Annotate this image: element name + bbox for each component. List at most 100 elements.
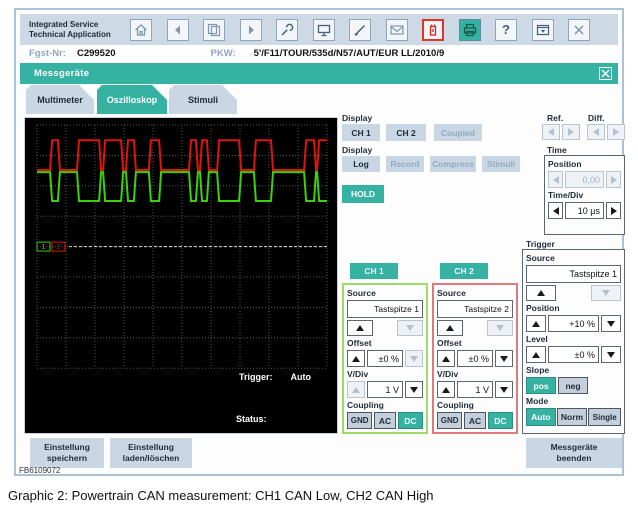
mode-auto-button[interactable]: Auto (526, 408, 556, 426)
mode-single-button[interactable]: Single (588, 408, 621, 426)
end-measuring-devices-button[interactable]: Messgeräte beenden (526, 438, 622, 468)
home-button[interactable] (130, 19, 152, 41)
trigger-position-up-button[interactable] (526, 315, 546, 332)
scope-status-readout: Status: (236, 414, 267, 424)
ch2-source-value[interactable]: Tastspitze 2 (437, 300, 513, 318)
monitor-icon (316, 22, 332, 38)
time-position-right-button[interactable] (606, 171, 621, 188)
up-arrow-icon (352, 356, 360, 362)
ch2-vdiv-up-button[interactable] (437, 381, 455, 398)
ref-prev-button[interactable] (542, 124, 560, 140)
ch2-source-down-button[interactable] (487, 320, 513, 336)
display-ch2-button[interactable]: CH 2 (386, 124, 426, 141)
ch1-source-down-button[interactable] (397, 320, 423, 336)
trigger-slope-label: Slope (526, 365, 621, 375)
service-plan-button[interactable] (349, 19, 371, 41)
diff-prev-button[interactable] (587, 124, 605, 140)
ch2-source-label: Source (437, 288, 513, 298)
save-settings-button[interactable]: Einstellung speichern (30, 438, 104, 468)
ch2-offset-up-button[interactable] (437, 350, 455, 367)
load-settings-button[interactable]: Einstellung laden/löschen (110, 438, 192, 468)
tab-stimuli[interactable]: Stimuli (169, 85, 237, 114)
trigger-label: Trigger (526, 239, 555, 249)
oscilloscope-display: 12 Trigger: Auto Status: (24, 117, 338, 434)
scope-waveform-svg: 12 (25, 118, 337, 433)
messages-button[interactable] (386, 19, 408, 41)
header-bar: Integrated Service Technical Application… (20, 14, 618, 45)
exit-button[interactable] (568, 19, 590, 41)
pkw-value: 5'/F11/TOUR/535d/N57/AUT/EUR LL/2010/9 (254, 48, 445, 59)
right-arrow-icon (613, 128, 619, 136)
ref-next-button[interactable] (562, 124, 580, 140)
documents-button[interactable] (203, 19, 225, 41)
hold-button[interactable]: HOLD (342, 185, 384, 203)
display-compress-button[interactable]: Compress (430, 156, 476, 172)
display-coupled-button[interactable]: Coupled (434, 124, 482, 141)
scope-controls: Display CH 1 CH 2 Coupled Display Log Re… (342, 113, 626, 435)
time-group: Position 0,00 Time/Div 10 µs (544, 155, 625, 235)
trigger-level-up-button[interactable] (526, 346, 546, 363)
down-arrow-icon (602, 290, 610, 296)
svg-text:2: 2 (57, 244, 61, 251)
ch1-header-button[interactable]: CH 1 (350, 263, 398, 279)
trigger-source-up-button[interactable] (526, 285, 556, 301)
minimize-button[interactable] (532, 19, 554, 41)
time-position-left-button[interactable] (548, 171, 563, 188)
mode-norm-button[interactable]: Norm (557, 408, 588, 426)
back-button[interactable] (167, 19, 189, 41)
ch1-vdiv-up-button[interactable] (347, 381, 365, 398)
ch2-gnd-button[interactable]: GND (437, 412, 462, 429)
down-arrow-icon (500, 356, 508, 362)
ch1-dc-button[interactable]: DC (398, 412, 423, 429)
ch2-vdiv-down-button[interactable] (495, 381, 513, 398)
display-log-button[interactable]: Log (342, 156, 380, 172)
scope-trigger-readout: Trigger: Auto (239, 372, 311, 382)
diff-next-button[interactable] (607, 124, 625, 140)
svg-text:1: 1 (42, 244, 46, 251)
timediv-left-button[interactable] (548, 202, 563, 219)
workshop-button[interactable] (276, 19, 298, 41)
measuring-devices-button[interactable] (422, 19, 444, 41)
right-arrow-icon (611, 176, 617, 184)
ch1-offset-up-button[interactable] (347, 350, 365, 367)
ch1-gnd-button[interactable]: GND (347, 412, 372, 429)
ch1-vdiv-down-button[interactable] (405, 381, 423, 398)
slope-pos-button[interactable]: pos (526, 377, 556, 394)
ch1-source-up-button[interactable] (347, 320, 373, 336)
load-settings-line2: laden/löschen (123, 453, 180, 464)
ch2-dc-button[interactable]: DC (488, 412, 513, 429)
slope-neg-button[interactable]: neg (558, 377, 588, 394)
dialog-close-button[interactable] (599, 67, 612, 80)
down-arrow-icon (410, 356, 418, 362)
timediv-right-button[interactable] (606, 202, 621, 219)
print-button[interactable] (459, 19, 481, 41)
ch1-ac-button[interactable]: AC (374, 412, 395, 429)
help-button[interactable]: ? (495, 19, 517, 41)
left-arrow-icon (553, 176, 559, 184)
help-icon: ? (502, 22, 510, 37)
diff-label: Diff. (588, 113, 605, 123)
ch2-ac-button[interactable]: AC (464, 412, 485, 429)
ch2-offset-down-button[interactable] (495, 350, 513, 367)
trigger-source-down-button[interactable] (591, 285, 621, 301)
documents-icon (206, 22, 222, 38)
operation-button[interactable] (313, 19, 335, 41)
ch1-vdiv-value: 1 V (367, 381, 403, 398)
trigger-position-down-button[interactable] (601, 315, 621, 332)
tab-multimeter[interactable]: Multimeter (26, 85, 94, 114)
up-arrow-icon (537, 290, 545, 296)
ch1-source-value[interactable]: Tastspitze 1 (347, 300, 423, 318)
display-stimuli-button[interactable]: Stimuli (482, 156, 520, 172)
display-record-button[interactable]: Record (386, 156, 424, 172)
display-ch1-button[interactable]: CH 1 (342, 124, 380, 141)
ch2-source-up-button[interactable] (437, 320, 463, 336)
ch1-offset-down-button[interactable] (405, 350, 423, 367)
ch2-header-button[interactable]: CH 2 (440, 263, 488, 279)
tab-oszilloskop[interactable]: Oszilloskop (97, 85, 167, 114)
trigger-position-value: +10 % (548, 315, 599, 332)
up-arrow-icon (356, 325, 364, 331)
forward-button[interactable] (240, 19, 262, 41)
trigger-level-down-button[interactable] (601, 346, 621, 363)
load-settings-line1: Einstellung (128, 442, 174, 453)
trigger-source-value[interactable]: Tastspitze 1 (526, 265, 621, 283)
